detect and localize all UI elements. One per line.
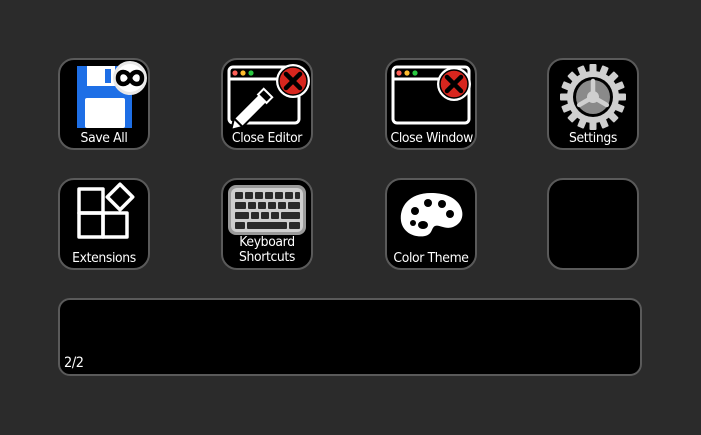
- page-indicator: 2/2: [64, 355, 84, 371]
- stream-deck-panel: Save All Close Editor Close Window Setti…: [0, 0, 701, 435]
- settings-label: Settings: [568, 130, 617, 146]
- keyboard-shortcuts-label-line1: Keyboard: [239, 234, 295, 250]
- close-window-button[interactable]: Close Window: [385, 58, 477, 150]
- save-all-button[interactable]: Save All: [58, 58, 150, 150]
- color-theme-button[interactable]: Color Theme: [385, 178, 477, 270]
- settings-button[interactable]: Settings: [547, 58, 639, 150]
- keyboard-shortcuts-label-line2: Shortcuts: [238, 249, 296, 265]
- touch-strip[interactable]: 2/2: [58, 298, 642, 376]
- keyboard-shortcuts-button[interactable]: Keyboard Shortcuts: [221, 178, 313, 270]
- close-editor-button[interactable]: Close Editor: [221, 58, 313, 150]
- extensions-label: Extensions: [72, 250, 136, 266]
- empty-key[interactable]: [547, 178, 639, 270]
- extensions-button[interactable]: Extensions: [58, 178, 150, 270]
- close-window-label: Close Window: [390, 130, 474, 146]
- close-editor-label: Close Editor: [231, 130, 303, 146]
- color-theme-label: Color Theme: [393, 250, 469, 266]
- save-all-label: Save All: [80, 130, 128, 146]
- keyboard-shortcuts-label: Keyboard Shortcuts: [227, 235, 308, 265]
